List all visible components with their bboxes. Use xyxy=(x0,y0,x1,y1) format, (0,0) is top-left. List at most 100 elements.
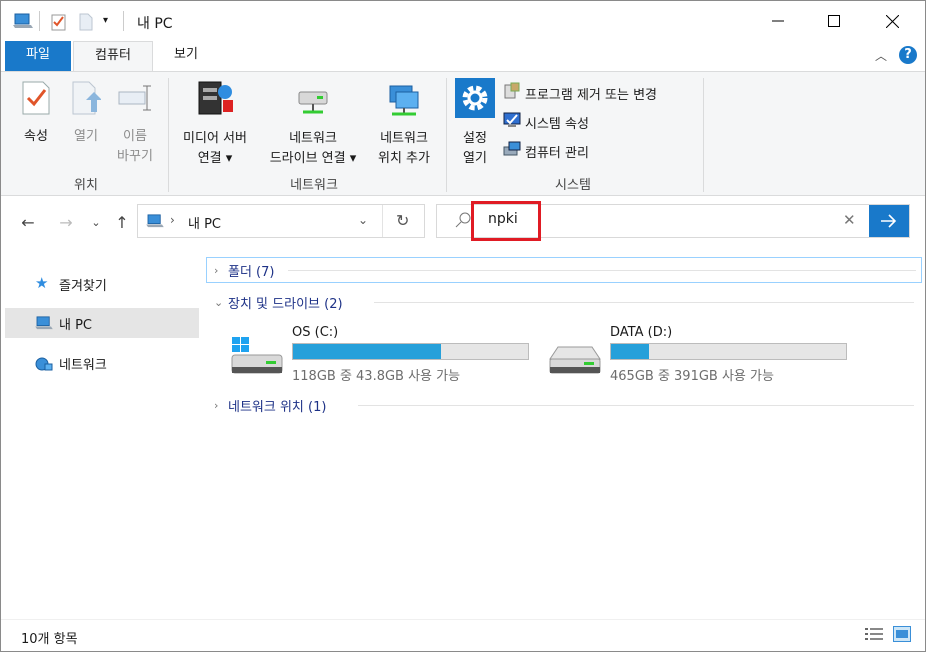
network-globe-icon xyxy=(35,356,53,376)
rename-button[interactable]: 이름 바꾸기 xyxy=(111,80,159,167)
clear-search-icon[interactable]: ✕ xyxy=(843,211,856,229)
explorer-window: ▾ 내 PC 파일 컴퓨터 보기 ︿ ? 속성 열기 이름 바꾸기 위치 미디어… xyxy=(0,0,926,652)
windows-drive-icon xyxy=(230,337,284,380)
details-view-icon[interactable] xyxy=(865,627,883,644)
properties-button[interactable]: 속성 xyxy=(15,80,57,147)
drive-usage-bar xyxy=(292,343,529,360)
uninstall-label: 프로그램 제거 또는 변경 xyxy=(525,87,657,103)
search-icon xyxy=(455,212,471,231)
close-icon xyxy=(885,14,899,28)
tab-computer[interactable]: 컴퓨터 xyxy=(73,41,153,72)
refresh-icon[interactable]: ↻ xyxy=(396,211,409,230)
rename-icon xyxy=(111,80,159,123)
rename-label-line1: 이름 xyxy=(123,129,147,144)
group-title: 폴더 (7) xyxy=(228,265,275,280)
drive-usage-fill xyxy=(611,344,649,359)
media-server-button[interactable]: 미디어 서버 연결 ▾ xyxy=(173,78,257,169)
nav-item-this-pc[interactable]: 내 PC xyxy=(5,308,199,338)
network-location-icon xyxy=(369,78,439,125)
navigation-pane: ★ 즐겨찾기 내 PC 네트워크 xyxy=(1,247,201,619)
system-properties-button[interactable]: 시스템 속성 xyxy=(503,111,589,133)
drive-usage-bar xyxy=(610,343,847,360)
add-network-location-button[interactable]: 네트워크 위치 추가 xyxy=(369,78,439,169)
chevron-down-icon: ⌄ xyxy=(214,296,224,309)
address-bar[interactable]: › 내 PC ⌄ ↻ xyxy=(137,204,425,238)
nav-label: 네트워크 xyxy=(59,357,107,373)
system-properties-icon xyxy=(503,111,521,133)
new-folder-quick-icon[interactable] xyxy=(79,13,93,34)
hard-drive-icon xyxy=(548,345,602,380)
group-label-system: 시스템 xyxy=(555,178,591,193)
group-title: 장치 및 드라이브 (2) xyxy=(228,297,343,312)
drive-c[interactable]: OS (C:) 118GB 중 43.8GB 사용 가능 xyxy=(230,325,530,384)
forward-button[interactable]: → xyxy=(55,211,77,233)
open-label: 열기 xyxy=(74,129,98,144)
group-divider xyxy=(374,302,914,303)
group-label-network: 네트워크 xyxy=(290,178,338,193)
back-button[interactable]: ← xyxy=(17,211,39,233)
properties-label: 속성 xyxy=(24,129,48,144)
tab-view[interactable]: 보기 xyxy=(153,41,219,71)
back-arrow-icon: ← xyxy=(21,212,35,232)
computer-management-button[interactable]: 컴퓨터 관리 xyxy=(503,140,589,162)
group-header-folders[interactable]: › 폴더 (7) xyxy=(214,261,274,280)
recent-locations-button[interactable]: ⌄ xyxy=(85,211,107,233)
rename-label-line2: 바꾸기 xyxy=(117,149,153,164)
properties-icon xyxy=(15,80,57,123)
drive-d[interactable]: DATA (D:) 465GB 중 391GB 사용 가능 xyxy=(548,325,848,384)
group-header-devices[interactable]: ⌄ 장치 및 드라이브 (2) xyxy=(214,293,343,312)
item-count: 10개 항목 xyxy=(21,632,78,647)
map-drive-label-line2: 드라이브 연결 ▾ xyxy=(269,151,357,166)
nav-item-network[interactable]: 네트워크 xyxy=(5,348,199,378)
drive-name: OS (C:) xyxy=(292,325,339,340)
group-title: 네트워크 위치 (1) xyxy=(228,400,327,415)
drive-usage-fill xyxy=(293,344,442,359)
title-bar: ▾ 내 PC xyxy=(1,1,925,41)
search-go-button[interactable] xyxy=(869,205,909,237)
drive-name: DATA (D:) xyxy=(610,325,673,340)
open-settings-button[interactable]: 설정 열기 xyxy=(453,78,497,169)
media-server-label-line2: 연결 ▾ xyxy=(197,151,233,166)
navigation-bar: ← → ⌄ ↑ › 내 PC ⌄ ↻ npki ✕ xyxy=(1,197,925,247)
up-arrow-icon: ↑ xyxy=(115,212,129,232)
minimize-button[interactable] xyxy=(749,1,807,41)
chevron-right-icon: › xyxy=(214,264,219,277)
map-network-drive-button[interactable]: 네트워크 드라이브 연결 ▾ xyxy=(259,78,367,169)
minimize-icon xyxy=(772,20,784,22)
collapse-ribbon-icon[interactable]: ︿ xyxy=(875,47,887,64)
close-button[interactable] xyxy=(863,1,921,41)
uninstall-program-button[interactable]: 프로그램 제거 또는 변경 xyxy=(503,82,657,104)
up-button[interactable]: ↑ xyxy=(111,211,133,233)
settings-label-line1: 설정 xyxy=(463,131,487,146)
search-box[interactable]: npki ✕ xyxy=(436,201,910,241)
help-icon[interactable]: ? xyxy=(899,46,917,64)
address-dropdown-icon[interactable]: ⌄ xyxy=(358,213,368,227)
group-separator xyxy=(703,78,704,192)
tab-file[interactable]: 파일 xyxy=(5,41,71,71)
group-header-network-locations[interactable]: › 네트워크 위치 (1) xyxy=(214,396,326,415)
properties-quick-icon[interactable] xyxy=(51,13,67,34)
breadcrumb-this-pc[interactable]: 내 PC xyxy=(188,213,221,232)
chevron-down-icon: ⌄ xyxy=(91,215,101,229)
large-icons-view-icon[interactable] xyxy=(893,626,911,645)
customize-quick-access-icon[interactable]: ▾ xyxy=(103,15,108,26)
maximize-button[interactable] xyxy=(805,1,863,41)
group-label-location: 위치 xyxy=(74,178,98,193)
nav-item-quick-access[interactable]: ★ 즐겨찾기 xyxy=(5,269,199,299)
map-drive-label-line1: 네트워크 xyxy=(289,131,337,146)
maximize-icon xyxy=(828,15,840,27)
open-icon xyxy=(65,80,107,123)
content-pane: › 폴더 (7) ⌄ 장치 및 드라이브 (2) OS (C:) 118GB 중… xyxy=(202,247,924,619)
computer-management-icon xyxy=(503,140,521,162)
group-separator xyxy=(168,78,169,192)
network-drive-icon xyxy=(259,78,367,125)
add-loc-label-line1: 네트워크 xyxy=(380,131,428,146)
status-bar: 10개 항목 xyxy=(1,619,925,651)
ribbon: 속성 열기 이름 바꾸기 위치 미디어 서버 연결 ▾ 네트워크 드라이브 연결… xyxy=(1,71,925,196)
search-input[interactable]: npki xyxy=(471,201,541,241)
settings-label-line2: 열기 xyxy=(463,151,487,166)
breadcrumb-chevron-icon: › xyxy=(170,213,175,227)
chevron-right-icon: › xyxy=(214,399,219,412)
star-icon: ★ xyxy=(35,274,49,292)
open-button[interactable]: 열기 xyxy=(65,80,107,147)
